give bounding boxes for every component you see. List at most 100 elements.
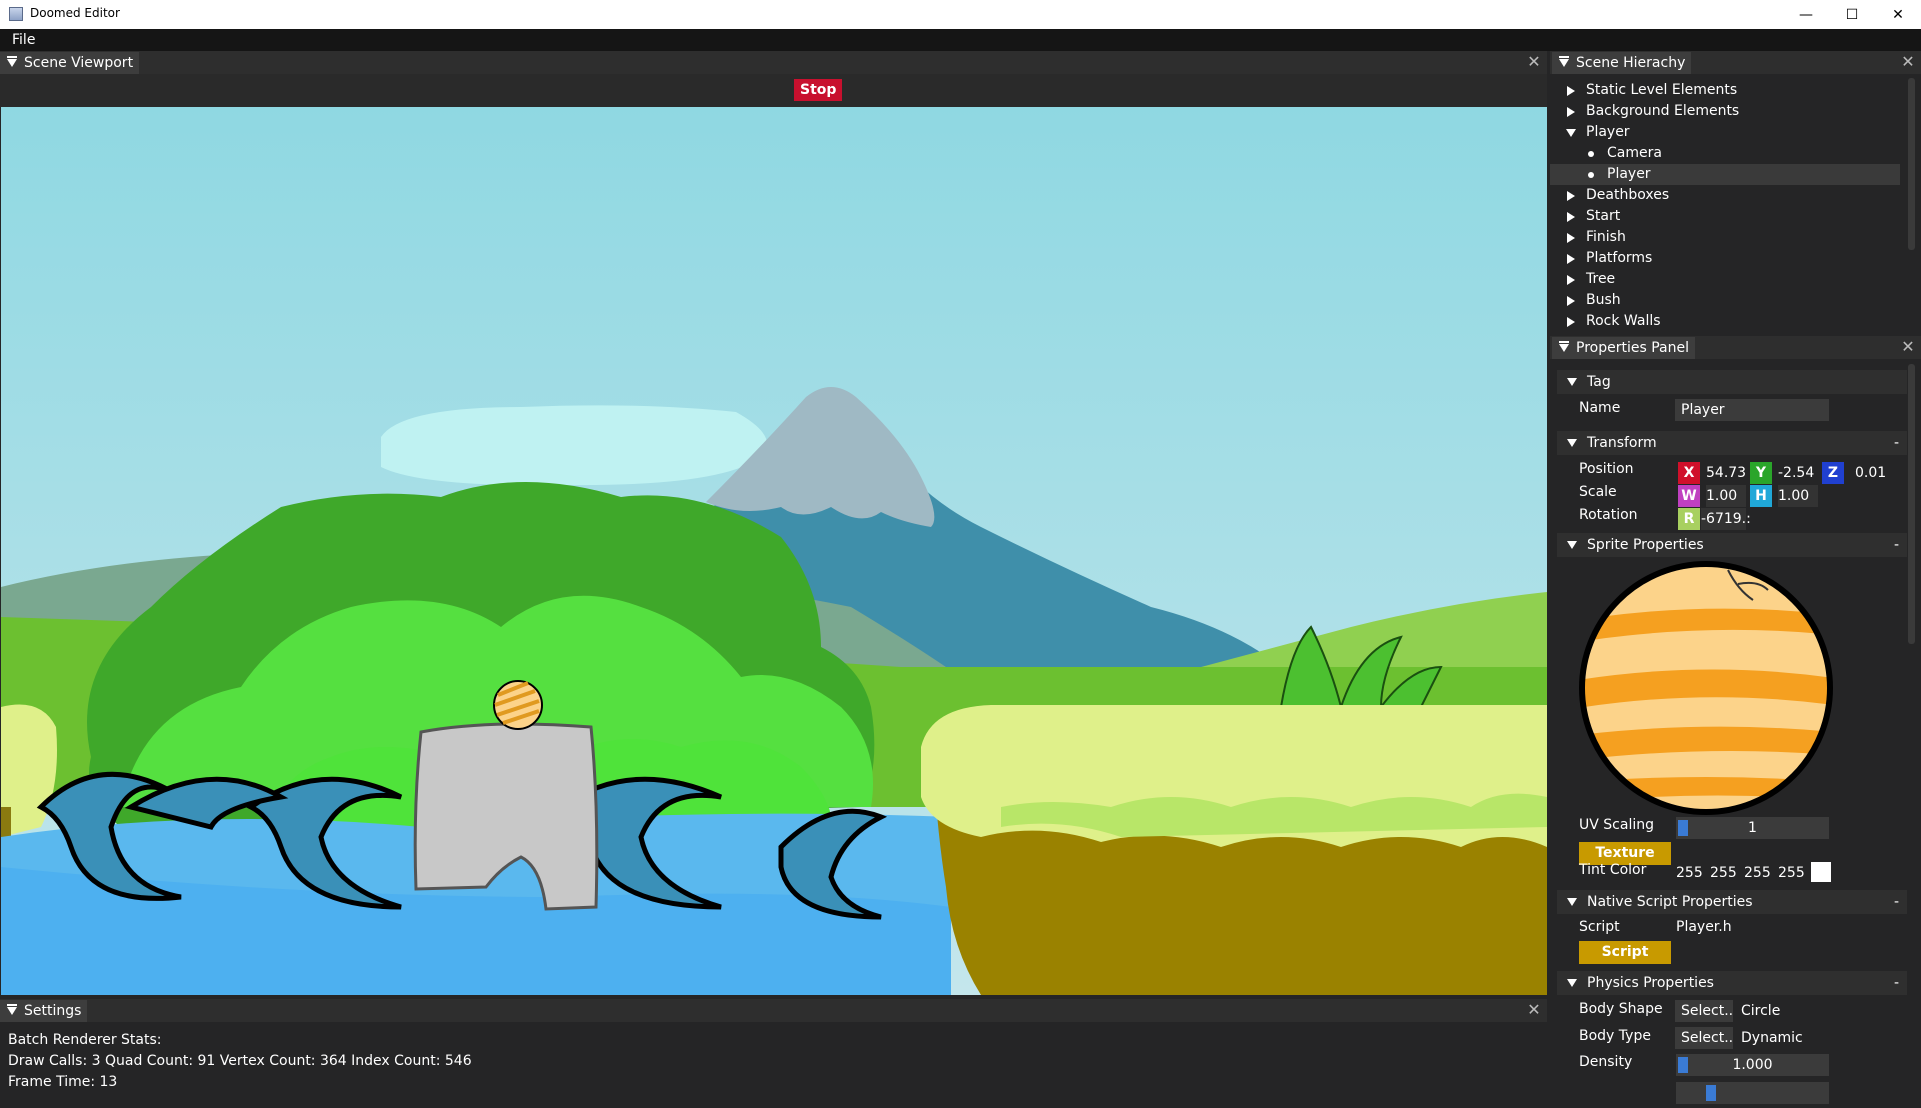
y-axis-label: Y xyxy=(1750,462,1772,484)
tint-a-field[interactable]: 255 xyxy=(1778,865,1805,881)
uv-scaling-slider[interactable]: 1 xyxy=(1676,817,1829,839)
script-button[interactable]: Script xyxy=(1579,941,1671,964)
section-sprite-header[interactable]: Sprite Properties - xyxy=(1557,533,1907,557)
section-transform-header[interactable]: Transform - xyxy=(1557,431,1907,455)
tint-r-field[interactable]: 255 xyxy=(1676,865,1703,881)
properties-tabbar: Properties Panel ✕ xyxy=(1550,336,1921,359)
position-label: Position xyxy=(1579,461,1634,477)
tint-g-field[interactable]: 255 xyxy=(1710,865,1737,881)
hierarchy-item-tree[interactable]: Tree xyxy=(1550,269,1900,290)
hierarchy-item-rock-walls[interactable]: Rock Walls xyxy=(1550,311,1900,332)
script-remove-button[interactable]: - xyxy=(1894,890,1899,914)
expand-arrow-icon[interactable] xyxy=(1567,191,1575,201)
cloud xyxy=(381,405,768,486)
expand-arrow-icon[interactable] xyxy=(1567,275,1575,285)
maximize-button[interactable]: ☐ xyxy=(1829,0,1875,29)
expand-arrow-icon[interactable] xyxy=(1567,296,1575,306)
tint-b-field[interactable]: 255 xyxy=(1744,865,1771,881)
scale-w-field[interactable]: 1.00 xyxy=(1706,485,1746,507)
collapse-arrow-icon[interactable] xyxy=(7,56,17,67)
frame-time: Frame Time: 13 xyxy=(8,1074,118,1090)
friction-slider[interactable] xyxy=(1676,1082,1829,1104)
name-input[interactable]: Player xyxy=(1675,399,1829,421)
physics-remove-button[interactable]: - xyxy=(1894,971,1899,995)
hierarchy-item-player-group[interactable]: Player xyxy=(1550,122,1900,143)
sprite-remove-button[interactable]: - xyxy=(1894,533,1899,557)
section-physics-header[interactable]: Physics Properties - xyxy=(1557,971,1907,995)
hierarchy-item-finish[interactable]: Finish xyxy=(1550,227,1900,248)
collapse-arrow-icon[interactable] xyxy=(1567,541,1577,549)
settings-tabbar: Settings ✕ xyxy=(0,999,1547,1022)
expand-arrow-icon[interactable] xyxy=(1567,317,1575,327)
collapse-arrow-icon[interactable] xyxy=(1567,378,1577,386)
hierarchy-item-player-selected[interactable]: Player xyxy=(1550,164,1900,185)
hierarchy-item-camera[interactable]: Camera xyxy=(1550,143,1900,164)
close-icon[interactable]: ✕ xyxy=(1900,54,1916,70)
uv-scaling-label: UV Scaling xyxy=(1579,817,1654,833)
slider-grab[interactable] xyxy=(1706,1085,1716,1101)
menu-file[interactable]: File xyxy=(12,32,35,48)
settings-body: Batch Renderer Stats: Draw Calls: 3 Quad… xyxy=(0,1022,1547,1108)
hierarchy-item-deathboxes[interactable]: Deathboxes xyxy=(1550,185,1900,206)
transform-remove-button[interactable]: - xyxy=(1894,431,1899,455)
h-axis-label: H xyxy=(1750,485,1772,507)
hierarchy-scrollbar[interactable] xyxy=(1908,78,1915,250)
density-slider[interactable]: 1.000 xyxy=(1676,1054,1829,1076)
bullet-icon xyxy=(1588,151,1594,157)
collapse-arrow-icon[interactable] xyxy=(1559,56,1569,67)
expand-arrow-icon[interactable] xyxy=(1567,86,1575,96)
collapse-arrow-icon[interactable] xyxy=(1566,129,1576,137)
body-shape-select[interactable]: Select.. xyxy=(1675,1000,1733,1022)
close-icon[interactable]: ✕ xyxy=(1900,339,1916,355)
close-window-button[interactable]: ✕ xyxy=(1875,0,1921,29)
rotation-label: Rotation xyxy=(1579,507,1638,523)
collapse-arrow-icon[interactable] xyxy=(1559,341,1569,352)
rotation-field[interactable]: -6719.: xyxy=(1701,508,1751,530)
bullet-icon xyxy=(1588,172,1594,178)
expand-arrow-icon[interactable] xyxy=(1567,212,1575,222)
tab-properties-panel[interactable]: Properties Panel xyxy=(1552,337,1695,359)
tab-label: Settings xyxy=(24,1003,82,1019)
hierarchy-item-platforms[interactable]: Platforms xyxy=(1550,248,1900,269)
close-icon[interactable]: ✕ xyxy=(1526,54,1542,70)
hierarchy-item-bush[interactable]: Bush xyxy=(1550,290,1900,311)
scale-label: Scale xyxy=(1579,484,1617,500)
window-title-bar: Doomed Editor — ☐ ✕ xyxy=(0,0,1921,29)
scene-hierarchy-tree: Static Level Elements Background Element… xyxy=(1550,75,1921,333)
minimize-button[interactable]: — xyxy=(1783,0,1829,29)
section-tag-header[interactable]: Tag xyxy=(1557,370,1907,394)
body-shape-label: Body Shape xyxy=(1579,1001,1663,1017)
tint-color-swatch[interactable] xyxy=(1811,862,1831,882)
body-type-select[interactable]: Select.. xyxy=(1675,1027,1733,1049)
tab-label: Properties Panel xyxy=(1576,340,1689,356)
tint-color-label: Tint Color xyxy=(1579,862,1647,878)
collapse-arrow-icon[interactable] xyxy=(7,1004,17,1015)
expand-arrow-icon[interactable] xyxy=(1567,254,1575,264)
script-label: Script xyxy=(1579,919,1620,935)
close-icon[interactable]: ✕ xyxy=(1526,1002,1542,1018)
stop-button[interactable]: Stop xyxy=(794,79,843,101)
position-x-field[interactable]: 54.73 xyxy=(1706,462,1746,484)
properties-scrollbar[interactable] xyxy=(1908,364,1915,644)
collapse-arrow-icon[interactable] xyxy=(1567,979,1577,987)
expand-arrow-icon[interactable] xyxy=(1567,107,1575,117)
collapse-arrow-icon[interactable] xyxy=(1567,898,1577,906)
player-ball[interactable] xyxy=(493,680,543,730)
w-axis-label: W xyxy=(1678,485,1700,507)
tab-settings[interactable]: Settings xyxy=(0,1000,88,1022)
name-label: Name xyxy=(1579,400,1621,416)
section-native-script-header[interactable]: Native Script Properties - xyxy=(1557,890,1907,914)
hierarchy-item-static-level-elements[interactable]: Static Level Elements xyxy=(1550,80,1900,101)
collapse-arrow-icon[interactable] xyxy=(1567,439,1577,447)
hierarchy-item-background-elements[interactable]: Background Elements xyxy=(1550,101,1900,122)
position-z-field[interactable]: 0.01 xyxy=(1855,462,1895,484)
tab-scene-hierarchy[interactable]: Scene Hierachy xyxy=(1552,52,1692,74)
expand-arrow-icon[interactable] xyxy=(1567,233,1575,243)
hierarchy-item-start[interactable]: Start xyxy=(1550,206,1900,227)
game-scene-viewport[interactable] xyxy=(1,107,1547,995)
tab-scene-viewport[interactable]: Scene Viewport xyxy=(0,52,140,74)
viewport-toolbar: Stop xyxy=(0,74,1547,107)
tab-label: Scene Hierachy xyxy=(1576,55,1686,71)
position-y-field[interactable]: -2.54 xyxy=(1778,462,1818,484)
scale-h-field[interactable]: 1.00 xyxy=(1778,485,1818,507)
